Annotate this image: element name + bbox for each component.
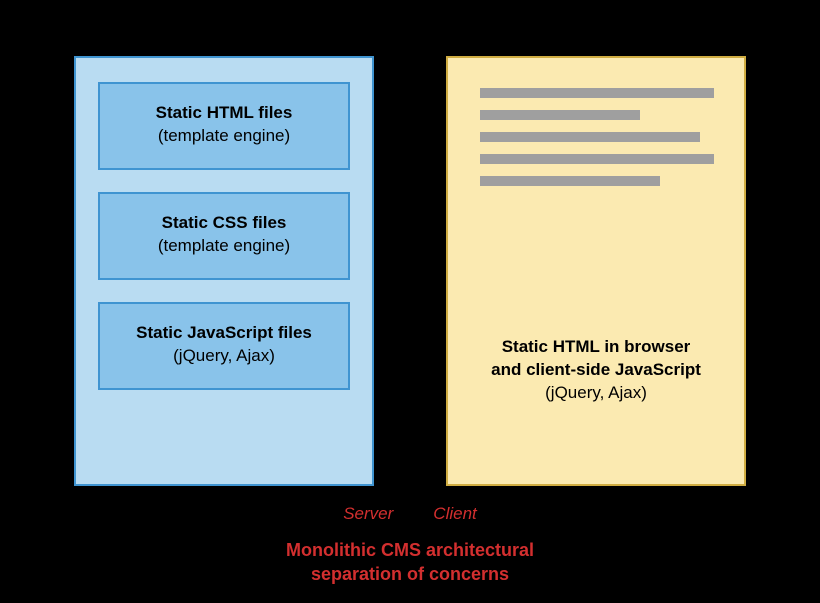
diagram-panels: Static HTML files (template engine) Stat… (0, 0, 820, 486)
client-caption-line: and client-side JavaScript (476, 359, 716, 382)
text-line (480, 176, 660, 186)
client-label: Client (433, 504, 476, 524)
server-file-html: Static HTML files (template engine) (98, 82, 350, 170)
server-file-css: Static CSS files (template engine) (98, 192, 350, 280)
text-line (480, 88, 714, 98)
client-caption: Static HTML in browser and client-side J… (448, 336, 744, 405)
server-file-js: Static JavaScript files (jQuery, Ajax) (98, 302, 350, 390)
main-caption: Monolithic CMS architectural separation … (0, 538, 820, 587)
label-row: Server Client (0, 504, 820, 524)
file-subtitle: (jQuery, Ajax) (110, 345, 338, 368)
client-caption-line: Static HTML in browser (476, 336, 716, 359)
text-line (480, 110, 640, 120)
server-label: Server (343, 504, 393, 524)
client-panel: Static HTML in browser and client-side J… (446, 56, 746, 486)
file-title: Static JavaScript files (110, 322, 338, 345)
caption-line: separation of concerns (0, 562, 820, 586)
caption-line: Monolithic CMS architectural (0, 538, 820, 562)
bottom-labels: Server Client Monolithic CMS architectur… (0, 504, 820, 587)
browser-text-lines (480, 88, 710, 186)
file-subtitle: (template engine) (110, 125, 338, 148)
server-panel: Static HTML files (template engine) Stat… (74, 56, 374, 486)
client-caption-sub: (jQuery, Ajax) (476, 382, 716, 405)
file-title: Static CSS files (110, 212, 338, 235)
file-title: Static HTML files (110, 102, 338, 125)
text-line (480, 132, 700, 142)
file-subtitle: (template engine) (110, 235, 338, 258)
text-line (480, 154, 714, 164)
